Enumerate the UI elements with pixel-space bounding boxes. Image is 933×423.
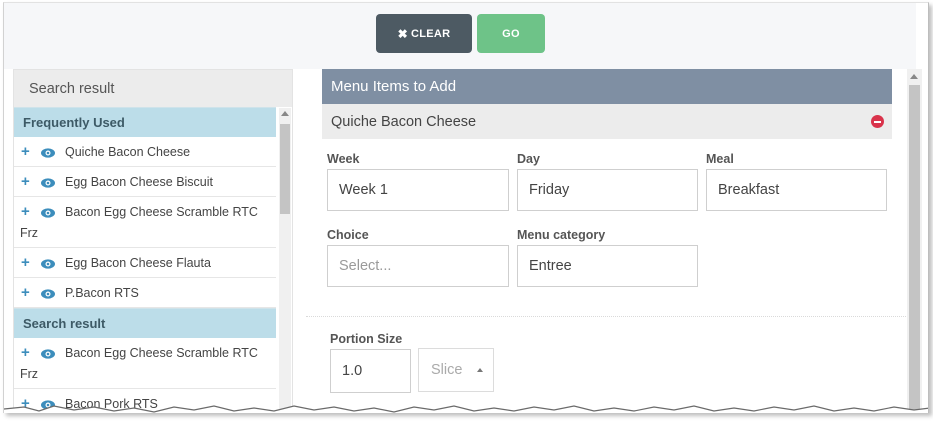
scrollbar-thumb[interactable] bbox=[280, 124, 290, 214]
portion-size-value: 1.0 bbox=[342, 363, 363, 379]
eye-icon[interactable] bbox=[41, 207, 55, 221]
clear-button[interactable]: ✖ CLEAR bbox=[376, 14, 472, 53]
add-icon[interactable]: + bbox=[21, 345, 30, 360]
scroll-up-icon[interactable] bbox=[910, 74, 918, 79]
list-item[interactable]: + Egg Bacon Cheese Biscuit bbox=[14, 167, 276, 197]
selected-item-name: Quiche Bacon Cheese bbox=[331, 113, 477, 130]
scrollbar-thumb[interactable] bbox=[909, 85, 920, 413]
portion-size-input[interactable]: 1.0 bbox=[330, 349, 411, 393]
add-icon[interactable]: + bbox=[21, 144, 30, 159]
day-field[interactable]: Friday bbox=[517, 169, 698, 211]
eye-icon[interactable] bbox=[41, 177, 55, 191]
meal-label: Meal bbox=[706, 152, 734, 166]
menu-category-field[interactable]: Entree bbox=[517, 245, 698, 287]
search-results-panel: Search result Frequently Used + Quiche B… bbox=[13, 69, 293, 413]
go-button-label: GO bbox=[502, 27, 520, 40]
menu-items-panel: Menu Items to Add Quiche Bacon Cheese We… bbox=[306, 69, 910, 413]
add-icon[interactable]: + bbox=[21, 255, 30, 270]
eye-icon[interactable] bbox=[41, 147, 55, 161]
portion-size-label: Portion Size bbox=[330, 332, 403, 346]
add-icon[interactable]: + bbox=[21, 174, 30, 189]
search-results-title: Search result bbox=[29, 81, 115, 97]
eye-icon[interactable] bbox=[41, 288, 55, 302]
close-icon: ✖ bbox=[397, 26, 408, 41]
item-label: Bacon Egg Cheese Scramble RTC bbox=[65, 346, 258, 360]
go-button[interactable]: GO bbox=[477, 14, 545, 53]
item-label: Egg Bacon Cheese Flauta bbox=[65, 256, 211, 270]
list-item[interactable]: + Bacon Egg Cheese Scramble RTC Frz bbox=[14, 338, 276, 389]
choice-label: Choice bbox=[327, 228, 369, 242]
portion-unit-value: Slice bbox=[431, 362, 463, 378]
search-results-header: Search result bbox=[14, 70, 292, 107]
caret-up-icon bbox=[477, 368, 483, 372]
eye-icon[interactable] bbox=[41, 258, 55, 272]
menu-category-label: Menu category bbox=[517, 228, 606, 242]
day-label: Day bbox=[517, 152, 540, 166]
scroll-up-icon[interactable] bbox=[281, 111, 289, 116]
app-window: ✖ CLEAR GO Search result Frequently Used… bbox=[3, 2, 929, 413]
toolbar: ✖ CLEAR GO bbox=[4, 3, 916, 69]
section-divider bbox=[306, 316, 910, 317]
item-label: Quiche Bacon Cheese bbox=[65, 145, 191, 159]
item-label: Egg Bacon Cheese Biscuit bbox=[65, 175, 214, 189]
portion-unit-select[interactable]: Slice bbox=[418, 348, 494, 392]
results-list: Frequently Used + Quiche Bacon Cheese + … bbox=[14, 107, 276, 413]
meal-value: Breakfast bbox=[718, 182, 780, 198]
list-item[interactable]: + Quiche Bacon Cheese bbox=[14, 137, 276, 167]
section-search-result: Search result bbox=[14, 308, 276, 338]
eye-icon[interactable] bbox=[41, 348, 55, 362]
week-label: Week bbox=[327, 152, 360, 166]
item-label: Bacon Egg Cheese Scramble RTC bbox=[65, 205, 258, 219]
item-label-continued: Frz bbox=[20, 226, 39, 240]
item-label: P.Bacon RTS bbox=[65, 286, 139, 300]
add-icon[interactable]: + bbox=[21, 285, 30, 300]
list-item[interactable]: + P.Bacon RTS bbox=[14, 278, 276, 308]
section-frequently-used: Frequently Used bbox=[14, 107, 276, 137]
item-label-continued: Frz bbox=[20, 367, 39, 381]
menu-category-value: Entree bbox=[529, 258, 572, 274]
week-value: Week 1 bbox=[339, 182, 388, 198]
list-item[interactable]: + Bacon Egg Cheese Scramble RTC Frz bbox=[14, 197, 276, 248]
selected-item-row: Quiche Bacon Cheese bbox=[322, 104, 892, 139]
results-scrollbar[interactable] bbox=[279, 108, 291, 413]
main-scrollbar[interactable] bbox=[907, 69, 922, 413]
clear-button-label: CLEAR bbox=[410, 27, 451, 40]
remove-icon[interactable] bbox=[871, 115, 884, 128]
torn-edge bbox=[4, 405, 928, 413]
menu-items-header: Menu Items to Add bbox=[322, 69, 892, 104]
list-item[interactable]: + Egg Bacon Cheese Flauta bbox=[14, 248, 276, 278]
choice-select[interactable]: Select... bbox=[327, 245, 509, 287]
add-icon[interactable]: + bbox=[21, 204, 30, 219]
meal-field[interactable]: Breakfast bbox=[706, 169, 887, 211]
day-value: Friday bbox=[529, 182, 570, 198]
choice-placeholder: Select... bbox=[339, 258, 392, 274]
week-field[interactable]: Week 1 bbox=[327, 169, 509, 211]
